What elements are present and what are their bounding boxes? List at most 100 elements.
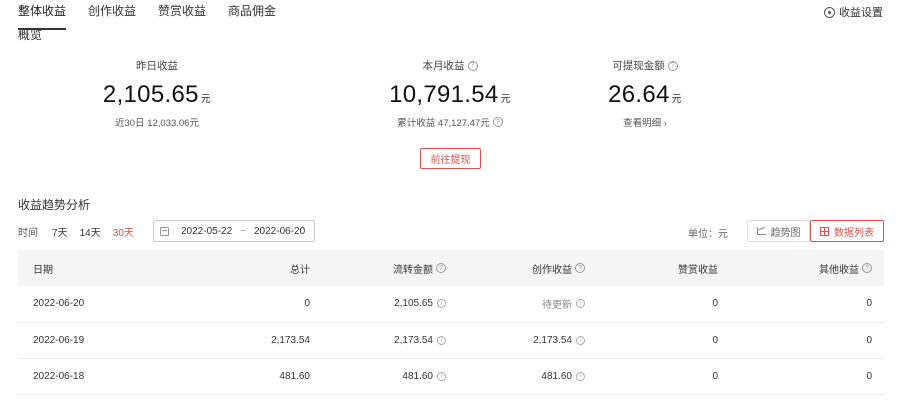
header-appreciation: 赞赏收益 <box>597 250 730 286</box>
cell-other: 0 <box>730 286 884 323</box>
date-end: 2022-06-20 <box>254 225 306 237</box>
cell-transfer: 2,105.65 i <box>322 286 458 323</box>
cell-date: 2022-06-18 <box>18 358 138 395</box>
chart-view-button[interactable]: 趋势图 <box>747 220 810 242</box>
header-date-label: 日期 <box>33 264 53 276</box>
header-other: 其他收益? <box>730 250 884 286</box>
tab-appreciation-income[interactable]: 赞赏收益 <box>158 0 206 26</box>
help-icon[interactable]: ? <box>575 263 585 273</box>
header-date: 日期 <box>18 250 138 286</box>
cell-creation-value: 2,173.54 <box>533 334 572 346</box>
header-transfer-label: 流转金额 <box>393 264 433 276</box>
cell-appreciation: 0 <box>597 358 730 395</box>
stat-month: 本月收益? 10,791.54 元 累计收益 47,127.47元? <box>385 58 515 129</box>
cell-creation-value: 481.60 <box>541 370 572 382</box>
tab-creation-income[interactable]: 创作收益 <box>88 0 136 26</box>
table-row: 2022-06-18 481.60 481.60 i 481.60 i 0 0 <box>18 358 884 395</box>
cell-date: 2022-06-19 <box>18 322 138 359</box>
tab-commission[interactable]: 商品佣金 <box>228 0 276 26</box>
cell-transfer-value: 481.60 <box>402 370 433 382</box>
cell-transfer: 481.60 i <box>322 358 458 395</box>
cell-transfer-value: 2,173.54 <box>394 334 433 346</box>
header-transfer-inner: 流转金额? <box>393 261 446 276</box>
gear-icon <box>824 6 835 18</box>
cell-transfer-inner: 2,105.65 i <box>394 298 446 309</box>
table-icon <box>820 226 829 236</box>
stat-yesterday: 昨日收益 2,105.65 元 近30日 12,033.06元 <box>97 58 217 129</box>
info-icon[interactable]: i <box>437 299 446 309</box>
cell-transfer-inner: 481.60 i <box>402 371 446 382</box>
info-icon[interactable]: i <box>437 371 446 381</box>
range-30-days[interactable]: 30天 <box>113 224 134 239</box>
stat-month-value: 10,791.54 元 <box>385 81 515 109</box>
table-row: 2022-06-20 0 2,105.65 i 待更新 i 0 0 <box>18 286 884 323</box>
withdraw-button[interactable]: 前往提现 <box>420 148 481 169</box>
stat-withdrawable-label: 可提现金额 <box>612 60 665 72</box>
stat-yesterday-label: 昨日收益 <box>136 60 178 72</box>
stat-yesterday-value: 2,105.65 元 <box>97 81 217 109</box>
range-7-days[interactable]: 7天 <box>52 224 68 239</box>
table-row: 2022-06-19 2,173.54 2,173.54 i 2,173.54 i … <box>18 322 884 359</box>
income-settings-label: 收益设置 <box>839 7 883 19</box>
header-creation-label: 创作收益 <box>532 264 572 276</box>
help-icon[interactable]: ? <box>862 263 872 273</box>
cell-transfer: 2,173.54 i <box>322 322 458 359</box>
stat-withdrawable-number: 26.64 <box>608 81 670 108</box>
stat-month-label-row: 本月收益? <box>385 58 515 73</box>
cell-creation-inner: 2,173.54 i <box>533 335 585 346</box>
cell-transfer-inner: 2,173.54 i <box>394 335 446 346</box>
overview-title: 概览 <box>18 28 43 42</box>
time-filter: 时间 7天 14天 30天 <box>18 220 146 242</box>
stat-yesterday-number: 2,105.65 <box>102 81 199 108</box>
range-14-days[interactable]: 14天 <box>80 224 101 239</box>
cell-total: 481.60 <box>138 358 322 395</box>
cell-total: 2,173.54 <box>138 322 322 359</box>
stat-yesterday-sub: 近30日 12,033.06元 <box>115 118 199 129</box>
header-other-inner: 其他收益? <box>819 261 872 276</box>
trend-title: 收益趋势分析 <box>18 198 91 212</box>
income-settings-link[interactable]: 收益设置 <box>824 4 883 20</box>
header-creation-inner: 创作收益? <box>532 261 585 276</box>
header-transfer: 流转金额? <box>322 250 458 286</box>
tab-overall-income[interactable]: 整体收益 <box>18 0 67 30</box>
line-chart-icon <box>756 227 766 235</box>
help-icon[interactable]: ? <box>436 263 446 273</box>
list-view-button[interactable]: 数据列表 <box>810 220 884 242</box>
cell-other: 0 <box>730 322 884 359</box>
help-icon[interactable]: ? <box>492 117 503 127</box>
help-icon[interactable]: ? <box>467 60 478 71</box>
stat-yesterday-unit: 元 <box>200 94 212 105</box>
header-total: 总计 <box>138 250 322 286</box>
header-creation: 创作收益? <box>458 250 597 286</box>
cell-appreciation: 0 <box>597 286 730 323</box>
info-icon[interactable]: i <box>576 335 585 345</box>
date-range-picker[interactable]: 2022-05-22 ~ 2022-06-20 <box>153 220 315 242</box>
stat-withdrawable-unit: 元 <box>671 94 682 105</box>
cell-appreciation: 0 <box>597 322 730 359</box>
time-label: 时间 <box>18 227 38 239</box>
header-total-label: 总计 <box>290 264 310 276</box>
income-table: 日期 总计 流转金额? 创作收益? 赞赏收益 其他收益? 2022-06-20 … <box>18 250 884 395</box>
date-start: 2022-05-22 <box>181 225 233 237</box>
stat-month-number: 10,791.54 <box>389 81 499 108</box>
stat-month-sub: 累计收益 47,127.47元 <box>397 118 490 129</box>
header-other-label: 其他收益 <box>819 264 859 276</box>
list-view-label: 数据列表 <box>834 227 874 239</box>
cell-other: 0 <box>730 358 884 395</box>
stat-withdrawable-label-row: 可提现金额? <box>590 58 700 73</box>
info-icon[interactable]: i <box>576 299 585 309</box>
cell-creation: 待更新 i <box>458 286 597 323</box>
help-icon[interactable]: ? <box>667 60 678 71</box>
cell-creation-inner: 481.60 i <box>541 371 585 382</box>
view-details-link[interactable]: 查看明细 › <box>590 115 700 129</box>
stat-month-label: 本月收益 <box>422 60 465 72</box>
cell-transfer-value: 2,105.65 <box>394 298 433 310</box>
calendar-icon <box>160 226 169 236</box>
cell-creation-value: 待更新 <box>542 300 572 312</box>
info-icon[interactable]: i <box>576 371 585 381</box>
tab-bar: 整体收益 创作收益 赞赏收益 商品佣金 <box>18 0 298 30</box>
header-appreciation-label: 赞赏收益 <box>678 264 718 276</box>
info-icon[interactable]: i <box>437 335 446 345</box>
stat-month-sub-row: 累计收益 47,127.47元? <box>385 115 515 129</box>
unit-label: 单位：元 <box>688 229 728 240</box>
